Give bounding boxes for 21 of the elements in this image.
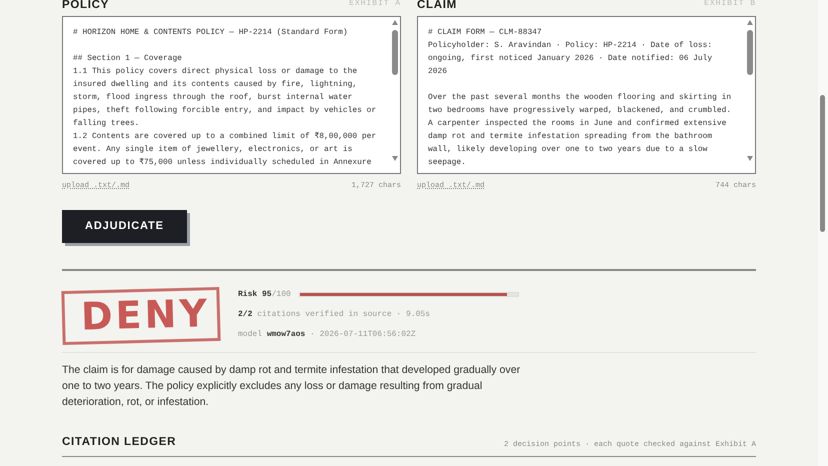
scrollbar-thumb[interactable] bbox=[820, 95, 825, 232]
verdict-summary: The claim is for damage caused by damp rot and termite infestation that developed gradually over one to two years. The policy explicitly excludes any loss or damage resulting from gradual deterioration, rot, or infestation. bbox=[62, 363, 522, 410]
model-info: model wmow7aos · 2026-07-11T06:56:02Z bbox=[238, 328, 417, 341]
text-area[interactable] bbox=[417, 16, 756, 174]
exhibit-tag: EXHIBIT B bbox=[704, 0, 756, 8]
section-title: CITATION LEDGER bbox=[62, 435, 176, 450]
citation-status: 2/2 citations verified in source · 9.05s bbox=[238, 308, 432, 321]
adjudicate-button[interactable]: ADJUDICATE bbox=[62, 210, 187, 243]
scrollbar-thumb[interactable] bbox=[392, 30, 398, 76]
scroll-up-icon[interactable] bbox=[392, 20, 398, 25]
risk-score: Risk 95/100 bbox=[238, 288, 291, 301]
text-area[interactable] bbox=[62, 16, 401, 174]
scrollbar-thumb[interactable] bbox=[747, 30, 753, 76]
exhibit-title: CLAIM bbox=[417, 0, 457, 12]
scroll-down-icon[interactable] bbox=[392, 156, 398, 161]
exhibit-tag: EXHIBIT A bbox=[349, 0, 401, 8]
scroll-down-icon[interactable] bbox=[747, 156, 753, 161]
scroll-up-icon[interactable] bbox=[747, 20, 753, 25]
page-scrollbar[interactable] bbox=[818, 0, 828, 466]
verdict-stamp: DENY bbox=[61, 286, 221, 344]
exhibit-title: POLICY bbox=[62, 0, 109, 12]
